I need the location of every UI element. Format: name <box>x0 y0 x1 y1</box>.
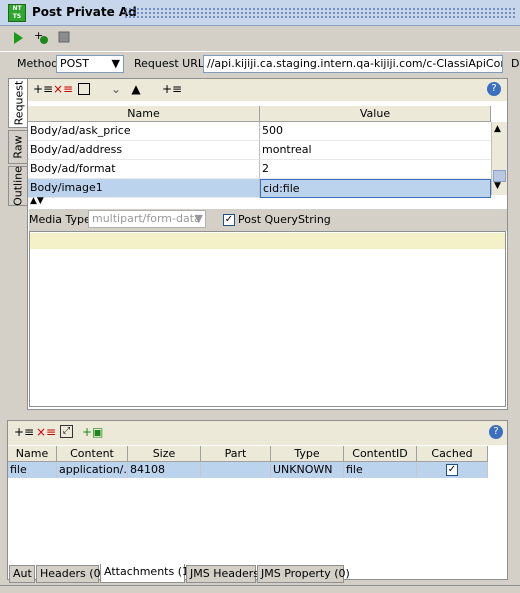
col-header-value[interactable]: Value <box>260 106 491 122</box>
att-cell-type[interactable]: UNKNOWN <box>271 462 344 478</box>
scroll-down-icon[interactable]: ▼ <box>494 181 501 191</box>
current-line-highlight <box>30 233 505 249</box>
request-url-label: Request URL: <box>134 57 208 70</box>
att-col-header[interactable]: Part <box>201 446 271 462</box>
app-icon: NT TS <box>8 4 26 22</box>
cut-off-label: D <box>511 57 520 70</box>
bottom-tab-1[interactable]: Headers (0) <box>36 565 105 583</box>
add-param-icon[interactable]: +≡ <box>33 82 53 96</box>
request-bar: Method POST ▼ Request URL: //api.kijiji.… <box>0 51 520 75</box>
bottom-tab-4[interactable]: JMS Property (0) <box>257 565 350 583</box>
att-cell-part[interactable] <box>201 462 271 478</box>
media-type-select[interactable]: multipart/form-data ▼ <box>88 210 206 228</box>
method-label: Method <box>17 57 59 70</box>
post-querystring-label: Post QueryString <box>238 213 331 226</box>
tab-request[interactable]: Request <box>8 78 28 128</box>
tab-raw[interactable]: Raw <box>8 130 28 164</box>
request-url-input[interactable]: //api.kijiji.ca.staging.intern.qa-kijiji… <box>203 55 503 73</box>
tab-outline[interactable]: Outline <box>8 166 28 206</box>
param-name-cell[interactable]: Body/image1 <box>28 179 260 198</box>
export-icon[interactable]: ⤢ <box>60 425 73 438</box>
post-querystring-checkbox[interactable]: ✓ <box>223 214 235 226</box>
window-title: Post Private Ad <box>32 5 137 19</box>
chevron-down-icon: ▼ <box>111 57 120 70</box>
param-value-cell[interactable]: 500 <box>260 122 491 141</box>
att-col-header[interactable]: Cached <box>417 446 488 462</box>
reload-icon[interactable]: +▣ <box>82 425 103 439</box>
param-name-cell[interactable]: Body/ad/format <box>28 160 260 179</box>
attachments-panel: +≡ ×≡ ⤢ +▣ ? NameContent typeSizePartTyp… <box>7 420 508 580</box>
scroll-up-icon[interactable]: ▲ <box>494 124 501 134</box>
params-toolbar: +≡ ×≡ ⌄ ▲ +≡ ? <box>28 79 507 101</box>
param-name-cell[interactable]: Body/ad/ask_price <box>28 122 260 141</box>
att-col-header[interactable]: Size <box>128 446 201 462</box>
arrow-up-icon[interactable]: ▲ <box>130 82 142 96</box>
att-cell-content-id[interactable]: file <box>344 462 417 478</box>
params-scrollbar[interactable]: ▲ ▼ <box>491 122 507 195</box>
att-cell-name[interactable]: file <box>8 462 57 478</box>
run-toolbar: + <box>0 27 520 49</box>
param-value-cell[interactable]: 2 <box>260 160 491 179</box>
param-name-cell[interactable]: Body/ad/address <box>28 141 260 160</box>
sort-icon[interactable]: +≡ <box>162 82 182 96</box>
bottom-tab-3[interactable]: JMS Headers <box>186 565 259 583</box>
request-panel: +≡ ×≡ ⌄ ▲ +≡ ? Name Value Body/ad/ask_pr… <box>27 78 508 410</box>
clear-icon[interactable] <box>78 83 90 95</box>
side-tabs: Request Raw Outline <box>8 78 28 206</box>
status-strip <box>0 585 520 593</box>
att-col-header[interactable]: Name <box>8 446 57 462</box>
param-value-cell[interactable]: cid:file <box>260 179 491 198</box>
att-col-header[interactable]: Content type <box>57 446 128 475</box>
title-bar-grip <box>124 7 516 19</box>
add-attachment-icon[interactable]: +≡ <box>14 425 34 439</box>
att-cell-content-type[interactable]: application/... <box>57 462 128 478</box>
chevron-down-icon: ▼ <box>194 212 203 225</box>
cached-cell[interactable]: ✓ <box>417 462 488 478</box>
attachments-toolbar: +≡ ×≡ ⤢ +▣ ? <box>8 421 507 445</box>
media-type-label: Media Type <box>29 213 91 226</box>
add-run-icon[interactable]: + <box>34 30 50 46</box>
help-icon[interactable]: ? <box>487 82 501 96</box>
title-bar: NT TS Post Private Ad <box>0 0 520 26</box>
bottom-tab-2[interactable]: Attachments (1) <box>100 564 193 583</box>
att-col-header[interactable]: ContentID <box>344 446 417 462</box>
att-cell-size[interactable]: 84108 <box>128 462 201 478</box>
chevron-down-icon[interactable]: ⌄ <box>110 82 122 96</box>
bottom-tab-0[interactable]: Aut <box>9 565 35 583</box>
method-select[interactable]: POST ▼ <box>56 55 124 73</box>
stop-icon[interactable] <box>58 31 70 43</box>
request-body-editor[interactable] <box>29 231 506 407</box>
remove-attachment-icon[interactable]: ×≡ <box>36 425 56 439</box>
splitter-arrows-icon[interactable]: ▲▼ <box>30 196 44 206</box>
run-icon[interactable] <box>12 31 24 45</box>
cached-checkbox[interactable]: ✓ <box>446 464 458 476</box>
col-header-name[interactable]: Name <box>28 106 260 122</box>
method-value: POST <box>60 57 89 70</box>
param-value-cell[interactable]: montreal <box>260 141 491 160</box>
media-type-bar: Media Type multipart/form-data ▼ ✓ Post … <box>29 209 507 231</box>
remove-param-icon[interactable]: ×≡ <box>53 82 73 96</box>
help-icon[interactable]: ? <box>489 425 503 439</box>
att-col-header[interactable]: Type <box>271 446 344 462</box>
